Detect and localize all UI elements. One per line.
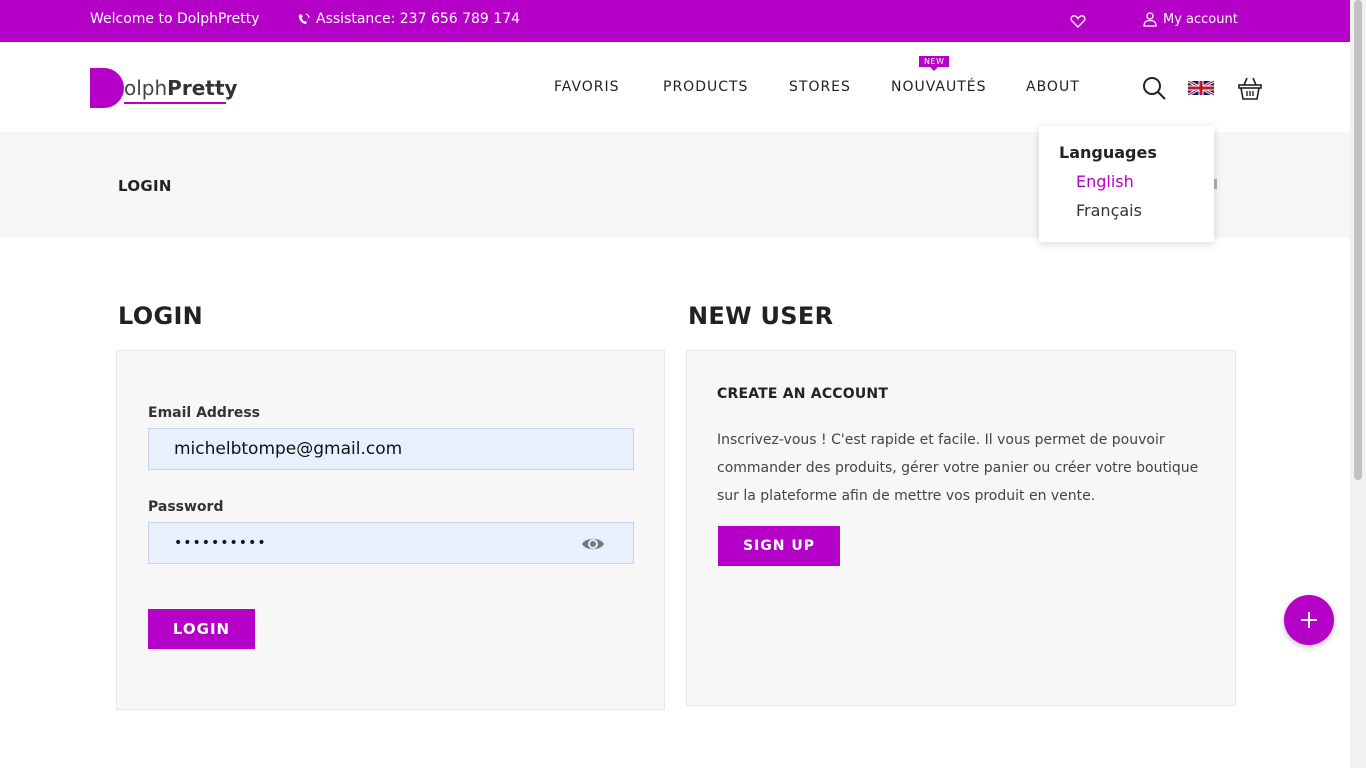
scrollbar-thumb[interactable]: [1354, 0, 1362, 480]
nav-favoris[interactable]: FAVORIS: [554, 79, 620, 95]
logo-letter-d: [90, 68, 124, 108]
login-button[interactable]: LOGIN: [148, 609, 255, 649]
welcome-text: Welcome to DolphPretty: [90, 11, 260, 27]
new-badge: NEW: [919, 56, 950, 71]
login-heading: LOGIN: [118, 302, 204, 330]
my-account-link[interactable]: My account: [1143, 12, 1238, 27]
user-icon: [1143, 12, 1157, 27]
new-user-heading: NEW USER: [688, 302, 834, 330]
uk-flag-icon[interactable]: [1188, 81, 1214, 95]
floating-add-button[interactable]: [1284, 595, 1334, 645]
logo-text: olphPretty: [124, 76, 238, 100]
my-account-label: My account: [1163, 12, 1238, 27]
eye-icon[interactable]: [580, 533, 606, 555]
page-scrollbar[interactable]: [1350, 0, 1366, 768]
heart-icon[interactable]: [1070, 13, 1086, 29]
signup-description: Inscrivez-vous ! C'est rapide et facile.…: [717, 432, 1199, 504]
sign-up-button[interactable]: SIGN UP: [718, 526, 840, 566]
basket-icon[interactable]: [1237, 75, 1263, 101]
phone-icon: [298, 13, 310, 24]
nav-stores[interactable]: STORES: [789, 79, 851, 95]
nav-about[interactable]: ABOUT: [1026, 79, 1080, 95]
logo-underline: [124, 102, 226, 104]
email-field[interactable]: michelbtompe@gmail.com: [148, 428, 634, 470]
plus-icon: [1301, 612, 1317, 628]
nav-products[interactable]: PRODUCTS: [663, 79, 748, 95]
languages-heading: Languages: [1059, 143, 1157, 162]
password-label: Password: [148, 499, 224, 515]
language-option-english[interactable]: English: [1076, 172, 1134, 191]
assistance-text: Assistance: 237 656 789 174: [316, 11, 521, 27]
language-dropdown: Languages English Français: [1039, 126, 1214, 242]
assistance-link[interactable]: Assistance: 237 656 789 174: [296, 11, 520, 27]
create-account-heading: CREATE AN ACCOUNT: [717, 386, 889, 402]
password-field[interactable]: ••••••••••: [148, 522, 634, 564]
search-icon[interactable]: [1141, 75, 1167, 101]
page-title: LOGIN: [118, 177, 172, 195]
nav-nouvautes[interactable]: NOUVAUTÉS: [891, 79, 987, 95]
top-bar: Welcome to DolphPretty Assistance: 237 6…: [0, 0, 1350, 42]
language-option-francais[interactable]: Français: [1076, 201, 1142, 220]
email-label: Email Address: [148, 405, 261, 421]
